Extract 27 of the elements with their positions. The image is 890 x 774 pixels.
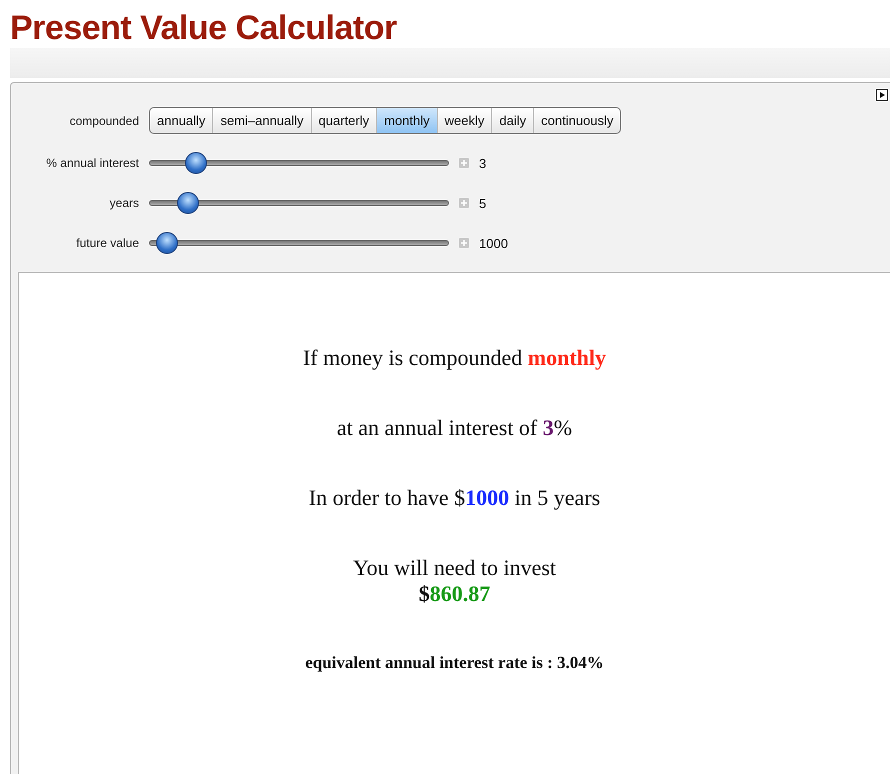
sentence-text: at an annual interest of 3% <box>336 415 572 441</box>
slider-thumb[interactable] <box>185 152 208 174</box>
slider-track[interactable] <box>149 152 449 174</box>
segment-button[interactable]: continuously <box>534 108 620 133</box>
sentence-text: In order to have $1000 in 5 years <box>308 485 600 511</box>
sentence-text: You will need to invest <box>352 555 556 581</box>
page-title: Present Value Calculator <box>10 8 397 48</box>
slider-label: years <box>108 196 139 210</box>
slider-label: % annual interest <box>45 156 139 170</box>
segment-button[interactable]: semi–annually <box>213 108 312 133</box>
control-label: compounded <box>68 114 139 128</box>
slider-value: 3 <box>479 156 486 170</box>
slider-label: future value <box>75 236 139 250</box>
slider-value: 1000 <box>479 236 508 250</box>
segment-button[interactable]: monthly <box>377 108 438 133</box>
note-text: equivalent annual interest rate is : 3.04% <box>305 653 604 673</box>
slider-thumb[interactable] <box>156 232 178 254</box>
slider-track[interactable] <box>149 192 449 214</box>
sentence-text: If money is compounded monthly <box>302 345 606 371</box>
segment-button[interactable]: daily <box>492 108 534 133</box>
slider-value: 5 <box>479 196 486 210</box>
amount-text: $860.87 <box>418 581 490 607</box>
segment-button[interactable]: annually <box>150 108 214 133</box>
play-icon[interactable] <box>876 89 888 101</box>
slider-track[interactable] <box>149 232 449 254</box>
slider-thumb[interactable] <box>176 192 199 214</box>
segment-button[interactable]: weekly <box>438 108 492 133</box>
